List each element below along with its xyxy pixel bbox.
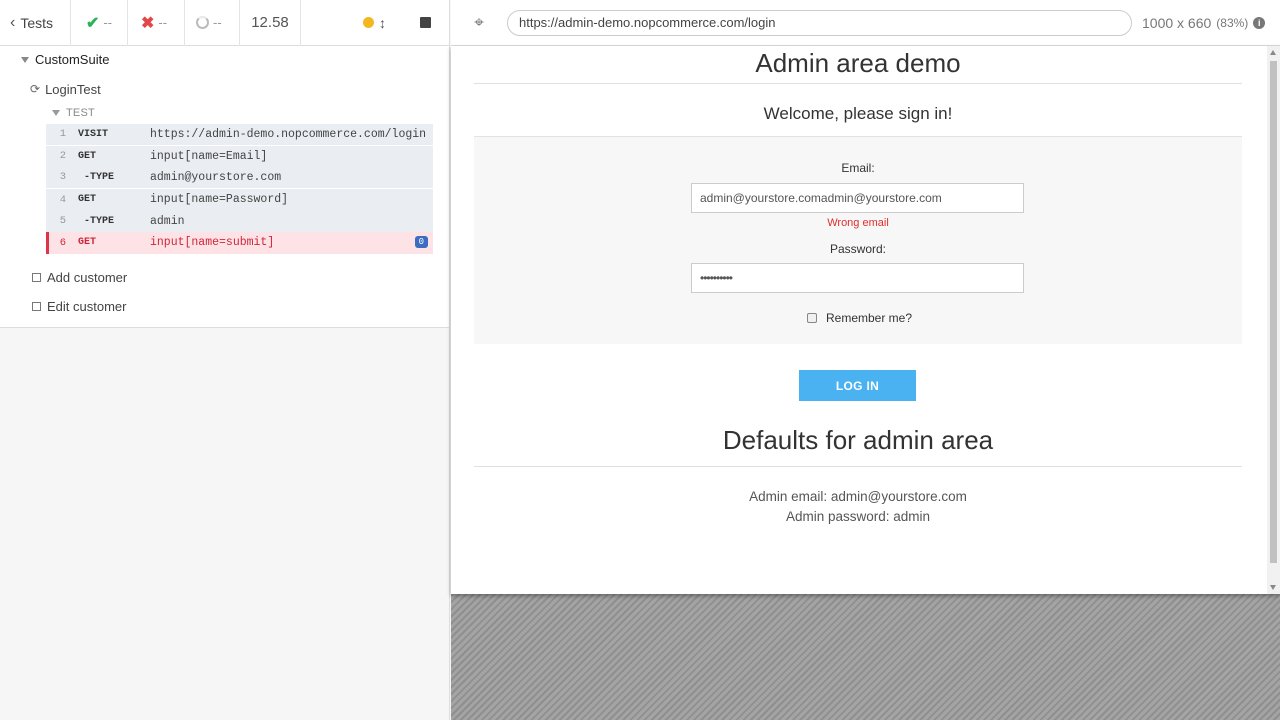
suite-title: CustomSuite [35,52,110,67]
admin-password-info: Admin password: admin [785,509,931,524]
email-field[interactable]: admin@yourstore.comadmin@yourstore.com [691,183,1024,213]
command-name: -TYPE [84,171,115,183]
test-pending-icon [32,301,41,311]
password-label: Password: [829,242,887,256]
auto-scroll-toggle-icon[interactable]: ↕ [379,15,386,31]
app-preview: ⌖ https://admin-demo.nopcommerce.com/log… [451,0,1280,720]
element-count-badge: 0 [414,235,428,248]
command-row[interactable]: 4 GET input[name=Password] [46,188,433,211]
scroll-up-icon[interactable] [1270,50,1276,55]
passed-stat: ✔ -- [71,0,128,46]
test-edit-customer[interactable]: Edit customer [0,292,449,321]
reporter-panel: ‹ Tests ✔ -- ✖ -- -- 12.58 ↕ CustomSuite… [0,0,450,720]
command-number: 1 [59,128,66,141]
command-row[interactable]: 2 GET input[name=Email] [46,145,433,168]
command-name: GET [78,237,97,249]
command-row[interactable]: 5 -TYPE admin [46,210,433,232]
running-indicator-icon [363,17,374,28]
hook-label: TEST [66,107,95,119]
test-title: Add customer [47,269,128,285]
caret-down-icon [21,56,29,63]
run-controls: ↕ [301,0,449,46]
failed-count: -- [158,15,168,30]
test-pending-icon [32,272,41,282]
command-message: admin [150,214,185,228]
command-row[interactable]: 3 -TYPE admin@yourstore.com [46,167,433,189]
login-form: Email: admin@yourstore.comadmin@yourstor… [474,137,1242,344]
cross-icon: ✖ [141,14,155,32]
pending-count: -- [213,15,222,30]
command-number: 2 [59,150,66,163]
command-list: 1 VISIT https://admin-demo.nopcommerce.c… [46,124,433,254]
email-error: Wrong email [827,217,889,229]
stop-button[interactable] [420,17,431,28]
scroll-down-icon[interactable] [1270,585,1276,590]
tests-back-button[interactable]: ‹ Tests [0,0,71,46]
duration: 12.58 [240,0,301,46]
scrollbar-thumb[interactable] [1270,61,1277,563]
failed-stat: ✖ -- [128,0,185,46]
command-name: -TYPE [84,215,115,227]
remember-me-label: Remember me? [826,311,913,325]
url-field[interactable]: https://admin-demo.nopcommerce.com/login [507,9,1132,36]
command-number: 3 [59,171,66,184]
command-row[interactable]: 1 VISIT https://admin-demo.nopcommerce.c… [46,124,433,146]
command-name: VISIT [78,128,109,140]
welcome-heading: Welcome, please sign in! [474,84,1242,137]
viewport-size: 1000 x 660 [1142,14,1212,31]
hook-test[interactable]: TEST [0,105,449,121]
command-message: input[name=Email] [150,149,268,163]
defaults-heading: Defaults for admin area [474,422,1242,467]
email-label: Email: [841,161,875,175]
admin-email-info: Admin email: admin@yourstore.com [749,489,967,504]
page-scrollbar[interactable] [1267,46,1280,594]
remember-me[interactable]: Remember me? [807,311,912,325]
tests-label: Tests [20,14,54,31]
password-field[interactable]: •••••••••• [691,263,1024,293]
command-number: 6 [59,236,66,249]
test-tree: CustomSuite ⟳ LoginTest TEST 1 VISIT htt… [0,46,449,328]
refresh-icon: ⟳ [30,82,41,96]
suite-customsuite[interactable]: CustomSuite [0,46,449,73]
pending-stat: -- [185,0,240,46]
command-name: GET [78,194,97,206]
command-row-failed[interactable]: 6 GET input[name=submit] 0 [46,231,433,254]
command-number: 5 [59,215,66,228]
test-logintest[interactable]: ⟳ LoginTest [0,73,449,105]
page-title: Admin area demo [474,46,1242,84]
command-message: admin@yourstore.com [150,170,282,184]
selector-playground-icon[interactable]: ⌖ [451,13,507,33]
pending-spinner-icon [196,16,209,29]
remember-me-checkbox[interactable] [807,313,817,323]
info-icon[interactable]: i [1253,16,1266,29]
test-title: LoginTest [45,81,101,97]
command-message: input[name=submit] [150,236,275,250]
aut-iframe: Admin area demo Welcome, please sign in!… [451,46,1280,594]
viewport-scale: (83%) [1216,15,1249,30]
login-button[interactable]: LOG IN [799,370,916,401]
caret-down-icon [52,110,60,116]
passed-count: -- [103,15,113,30]
test-add-customer[interactable]: Add customer [0,263,449,292]
login-page: Admin area demo Welcome, please sign in!… [474,46,1242,524]
command-number: 4 [59,193,66,206]
command-name: GET [78,150,97,162]
chevron-left-icon: ‹ [10,13,16,31]
command-message: https://admin-demo.nopcommerce.com/login [150,127,427,141]
test-title: Edit customer [47,298,127,314]
reporter-header: ‹ Tests ✔ -- ✖ -- -- 12.58 ↕ [0,0,449,46]
command-message: input[name=Password] [150,193,289,207]
url-bar: ⌖ https://admin-demo.nopcommerce.com/log… [451,0,1280,46]
check-icon: ✔ [86,14,100,32]
